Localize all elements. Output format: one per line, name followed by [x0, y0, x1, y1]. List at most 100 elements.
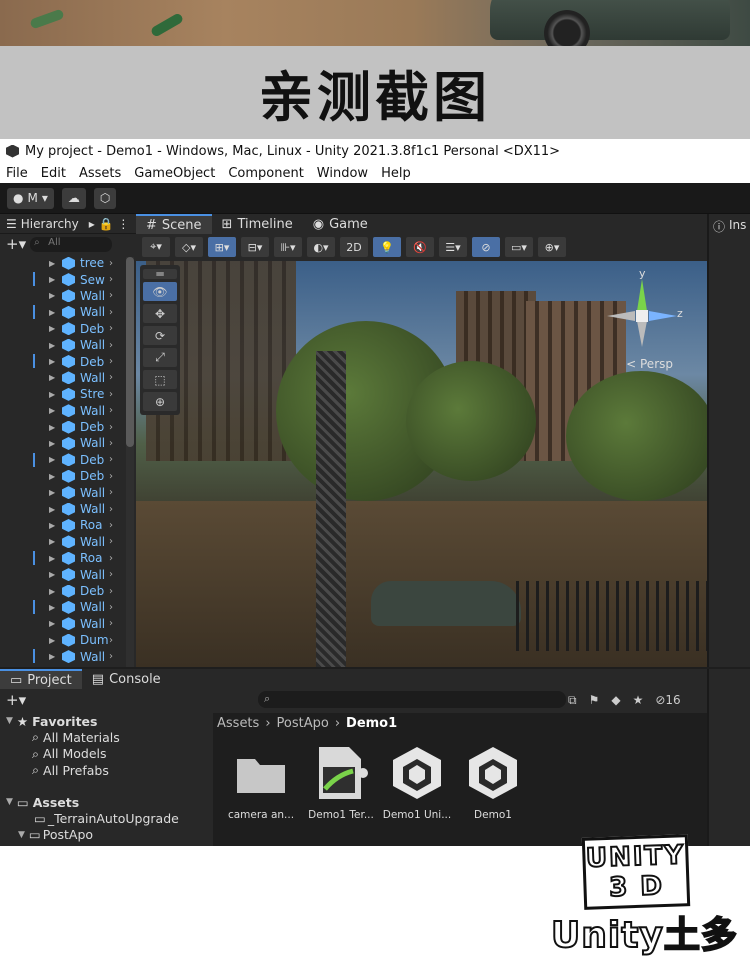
add-icon[interactable]: +▾	[6, 235, 26, 253]
hierarchy-row[interactable]: ▶ Stre ›	[0, 386, 124, 402]
ruler-button[interactable]: ⊪▾	[274, 237, 302, 257]
chevron-right-icon[interactable]: ›	[109, 356, 113, 367]
account-button[interactable]: ● M ▾	[7, 187, 54, 209]
tool-handle-button[interactable]: ⌖▾	[142, 237, 170, 257]
breadcrumb-item[interactable]: PostApo	[277, 716, 329, 731]
favorite-item[interactable]: ⌕ All Materials	[0, 729, 212, 745]
chevron-right-icon[interactable]: ›	[109, 422, 113, 433]
folder-item[interactable]: ▼ ▭ PostApo	[0, 827, 212, 843]
menu-window[interactable]: Window	[317, 166, 368, 181]
tab-scene[interactable]: # Scene	[136, 214, 212, 234]
expand-arrow-icon[interactable]: ▶	[49, 587, 55, 596]
expand-arrow-icon[interactable]: ▶	[49, 275, 55, 284]
tab-game[interactable]: ◉ Game	[303, 214, 378, 234]
filter-label-icon[interactable]: ⚑	[589, 693, 600, 708]
scale-tool-button[interactable]: ⤢	[143, 348, 177, 367]
mode-2d-button[interactable]: 2D	[340, 237, 368, 257]
chevron-right-icon[interactable]: ›	[109, 340, 113, 351]
project-search-input[interactable]: ⌕	[258, 691, 566, 708]
expand-arrow-icon[interactable]: ▶	[49, 406, 55, 415]
chevron-right-icon[interactable]: ›	[109, 520, 113, 531]
chevron-right-icon[interactable]: ›	[109, 569, 113, 580]
tab-menu-icon[interactable]: ▸ 🔒 ⋮	[89, 217, 130, 231]
chevron-right-icon[interactable]: ›	[109, 274, 113, 285]
chevron-right-icon[interactable]: ›	[109, 504, 113, 515]
chevron-right-icon[interactable]: ›	[109, 586, 113, 597]
hierarchy-row[interactable]: ▶ Wall ›	[0, 484, 124, 500]
chevron-right-icon[interactable]: ›	[109, 323, 113, 334]
expand-arrow-icon[interactable]: ▶	[49, 488, 55, 497]
rotate-tool-button[interactable]: ⟳	[143, 326, 177, 345]
favorite-star-icon[interactable]: ★	[633, 693, 644, 708]
hierarchy-row[interactable]: ▶ Wall ›	[0, 566, 124, 582]
scene-viewport[interactable]: ═ 👁 ✥ ⟳ ⤢ ⬚ ⊕ y z < Persp	[136, 261, 707, 667]
hierarchy-row[interactable]: ▶ Wall ›	[0, 616, 124, 632]
scroll-thumb[interactable]	[126, 257, 134, 447]
shading-mode-button[interactable]: ◐▾	[307, 237, 335, 257]
tag-icon[interactable]: ◆	[611, 693, 620, 708]
menu-help[interactable]: Help	[381, 166, 411, 181]
hierarchy-row[interactable]: ▶ Wall ›	[0, 501, 124, 517]
asset-item[interactable]: Demo1	[457, 745, 529, 821]
expand-arrow-icon[interactable]: ▶	[49, 505, 55, 514]
chevron-right-icon[interactable]: ›	[109, 454, 113, 465]
chevron-right-icon[interactable]: ›	[109, 471, 113, 482]
cloud-button[interactable]: ☁	[61, 187, 86, 209]
expand-arrow-icon[interactable]: ▶	[49, 652, 55, 661]
favorite-item[interactable]: ⌕ All Models	[0, 746, 212, 762]
gizmos-button[interactable]: ⊕▾	[538, 237, 566, 257]
rect-tool-button[interactable]: ⬚	[143, 370, 177, 389]
hierarchy-row[interactable]: ▶ Wall ›	[0, 370, 124, 386]
hierarchy-row[interactable]: ▶ Sew ›	[0, 271, 124, 287]
tab-console[interactable]: ▤ Console	[82, 669, 171, 689]
chevron-right-icon[interactable]: ›	[109, 618, 113, 629]
hierarchy-row[interactable]: ▶ Wall ›	[0, 599, 124, 615]
drag-handle-icon[interactable]: ═	[143, 267, 177, 281]
add-icon[interactable]: +▾	[6, 691, 26, 709]
hierarchy-search-input[interactable]: ⌕ All	[30, 236, 113, 252]
expand-arrow-icon[interactable]: ▶	[49, 341, 55, 350]
chevron-right-icon[interactable]: ›	[109, 438, 113, 449]
asset-item[interactable]: camera an...	[225, 745, 297, 821]
expand-arrow-icon[interactable]: ▶	[49, 455, 55, 464]
tab-project[interactable]: ▭ Project	[0, 669, 82, 689]
expand-arrow-icon[interactable]: ▶	[49, 570, 55, 579]
expand-arrow-icon[interactable]: ▶	[49, 554, 55, 563]
filter-type-icon[interactable]: ⧉	[568, 693, 577, 708]
expand-arrow-icon[interactable]: ▶	[49, 636, 55, 645]
hierarchy-row[interactable]: ▶ Deb ›	[0, 419, 124, 435]
chevron-right-icon[interactable]: ›	[109, 405, 113, 416]
hierarchy-row[interactable]: ▶ Deb ›	[0, 468, 124, 484]
breadcrumb-item[interactable]: Demo1	[346, 716, 397, 731]
effects-button[interactable]: ☰▾	[439, 237, 467, 257]
hierarchy-row[interactable]: ▶ Deb ›	[0, 452, 124, 468]
lighting-button[interactable]: 💡	[373, 237, 401, 257]
pivot-button[interactable]: ◇▾	[175, 237, 203, 257]
expand-arrow-icon[interactable]: ▶	[49, 291, 55, 300]
hierarchy-scrollbar[interactable]	[126, 257, 134, 667]
expand-arrow-icon[interactable]: ▶	[49, 308, 55, 317]
tab-timeline[interactable]: ⊞ Timeline	[212, 214, 303, 234]
chevron-right-icon[interactable]: ›	[109, 487, 113, 498]
expand-arrow-icon[interactable]: ▶	[49, 357, 55, 366]
expand-arrow-icon[interactable]: ▶	[49, 619, 55, 628]
hierarchy-row[interactable]: ▶ Dum ›	[0, 632, 124, 648]
grid-snap-button[interactable]: ⊞▾	[208, 237, 236, 257]
chevron-right-icon[interactable]: ›	[109, 651, 113, 662]
menu-component[interactable]: Component	[228, 166, 303, 181]
expand-arrow-icon[interactable]: ▶	[49, 259, 55, 268]
chevron-right-icon[interactable]: ›	[109, 290, 113, 301]
hierarchy-row[interactable]: ▶ Wall ›	[0, 403, 124, 419]
menu-assets[interactable]: Assets	[79, 166, 121, 181]
menu-file[interactable]: File	[6, 166, 28, 181]
hierarchy-row[interactable]: ▶ Deb ›	[0, 353, 124, 369]
expand-arrow-icon[interactable]: ▶	[49, 521, 55, 530]
asset-item[interactable]: Demo1 Ter...	[305, 745, 377, 821]
favorites-header[interactable]: ▼ ★ Favorites	[0, 713, 212, 729]
expand-arrow-icon[interactable]: ▶	[49, 472, 55, 481]
hierarchy-row[interactable]: ▶ Deb ›	[0, 321, 124, 337]
hierarchy-row[interactable]: ▶ Deb ›	[0, 583, 124, 599]
chevron-right-icon[interactable]: ›	[109, 553, 113, 564]
tab-inspector[interactable]: ⓘ Ins	[709, 214, 750, 239]
hierarchy-row[interactable]: ▶ Wall ›	[0, 435, 124, 451]
